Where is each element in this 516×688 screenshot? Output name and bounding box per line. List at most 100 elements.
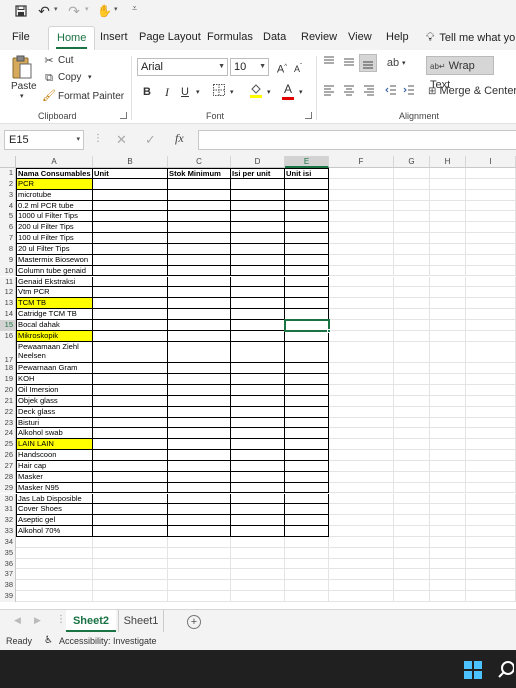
cell-h17[interactable] <box>430 341 466 364</box>
cell-a8[interactable]: 20 ul Filter Tips <box>16 243 93 255</box>
cell-d8[interactable] <box>231 243 285 255</box>
add-sheet-button[interactable]: + <box>187 615 201 629</box>
cell-c39[interactable] <box>168 591 231 602</box>
cell-g29[interactable] <box>394 482 430 494</box>
column-header[interactable]: C <box>168 156 231 168</box>
cell-f13[interactable] <box>329 298 394 310</box>
row-header[interactable]: 27 <box>0 460 16 472</box>
cell-f27[interactable] <box>329 460 394 472</box>
cell-h31[interactable] <box>430 504 466 516</box>
cell-e34[interactable] <box>285 536 329 548</box>
row-header[interactable]: 18 <box>0 363 16 375</box>
cell-a12[interactable]: Vtm PCR <box>16 287 93 299</box>
cell-d34[interactable] <box>231 536 285 548</box>
cell-g4[interactable] <box>394 200 430 212</box>
font-color-dropdown-icon[interactable]: ▾ <box>299 88 303 96</box>
cell-g6[interactable] <box>394 222 430 234</box>
cell-e17[interactable] <box>285 341 329 364</box>
cell-c28[interactable] <box>168 471 231 483</box>
cell-h3[interactable] <box>430 189 466 201</box>
cell-i23[interactable] <box>466 417 516 429</box>
cell-h5[interactable] <box>430 211 466 223</box>
cell-i39[interactable] <box>466 591 516 602</box>
cell-f6[interactable] <box>329 222 394 234</box>
cell-i1[interactable] <box>466 168 516 179</box>
cell-g24[interactable] <box>394 428 430 440</box>
cell-d33[interactable] <box>231 526 285 537</box>
cell-i11[interactable] <box>466 276 516 288</box>
cell-c9[interactable] <box>168 254 231 266</box>
cell-f30[interactable] <box>329 493 394 505</box>
cell-e11[interactable] <box>285 276 329 288</box>
row-header[interactable]: 36 <box>0 558 16 570</box>
cell-g39[interactable] <box>394 591 430 602</box>
cell-f35[interactable] <box>329 547 394 559</box>
cell-h6[interactable] <box>430 222 466 234</box>
cell-g12[interactable] <box>394 287 430 299</box>
cell-f28[interactable] <box>329 471 394 483</box>
row-header[interactable]: 31 <box>0 504 16 516</box>
cell-b9[interactable] <box>93 254 168 266</box>
cell-a17[interactable]: Pewaamaan Ziehl Neelsen <box>16 341 93 364</box>
cell-i31[interactable] <box>466 504 516 516</box>
cell-d36[interactable] <box>231 558 285 570</box>
row-header[interactable]: 29 <box>0 482 16 494</box>
row-header[interactable]: 7 <box>0 233 16 244</box>
cut-button[interactable]: Cut <box>58 55 74 66</box>
clipboard-launcher-icon[interactable] <box>120 112 127 119</box>
cell-d16[interactable] <box>231 330 285 342</box>
cell-c36[interactable] <box>168 558 231 570</box>
cell-h35[interactable] <box>430 547 466 559</box>
cell-a1[interactable]: Nama Consumables <box>16 168 93 179</box>
next-sheet-icon[interactable]: ▶ <box>34 615 41 626</box>
cell-b23[interactable] <box>93 417 168 429</box>
cell-e22[interactable] <box>285 406 329 418</box>
cell-h33[interactable] <box>430 526 466 537</box>
cell-d9[interactable] <box>231 254 285 266</box>
cell-i19[interactable] <box>466 374 516 385</box>
cell-i12[interactable] <box>466 287 516 299</box>
cell-d6[interactable] <box>231 222 285 234</box>
paste-icon[interactable] <box>10 54 34 80</box>
search-icon[interactable] <box>498 660 514 678</box>
row-header[interactable]: 25 <box>0 439 16 451</box>
cell-c13[interactable] <box>168 298 231 310</box>
cell-i9[interactable] <box>466 254 516 266</box>
cell-f24[interactable] <box>329 428 394 440</box>
cell-a3[interactable]: microtube <box>16 189 93 201</box>
cell-h20[interactable] <box>430 385 466 396</box>
cell-a7[interactable]: 100 ul Filter Tips <box>16 233 93 244</box>
cell-h16[interactable] <box>430 330 466 342</box>
cell-i24[interactable] <box>466 428 516 440</box>
customize-qat-icon[interactable]: ⩡ <box>132 3 137 14</box>
cell-g34[interactable] <box>394 536 430 548</box>
cell-i2[interactable] <box>466 178 516 190</box>
cell-f21[interactable] <box>329 395 394 407</box>
cell-a16[interactable]: Mikroskopik <box>16 330 93 342</box>
accessibility-status[interactable]: Accessibility: Investigate <box>59 636 157 646</box>
cell-a25[interactable]: LAIN LAIN <box>16 439 93 451</box>
tab-page-layout[interactable]: Page Layout <box>139 26 201 50</box>
cell-a36[interactable] <box>16 558 93 570</box>
save-icon[interactable] <box>12 2 30 20</box>
cell-e38[interactable] <box>285 580 329 592</box>
tab-insert[interactable]: Insert <box>100 26 128 50</box>
align-bottom-icon[interactable] <box>359 54 377 72</box>
cell-i30[interactable] <box>466 493 516 505</box>
cell-a26[interactable]: Handscoon <box>16 450 93 461</box>
cell-g3[interactable] <box>394 189 430 201</box>
cell-b2[interactable] <box>93 178 168 190</box>
cell-c29[interactable] <box>168 482 231 494</box>
row-header[interactable]: 20 <box>0 385 16 396</box>
cell-d3[interactable] <box>231 189 285 201</box>
cell-h1[interactable] <box>430 168 466 179</box>
align-top-icon[interactable] <box>322 56 336 73</box>
name-box[interactable]: E15 ▾ <box>4 130 84 150</box>
cell-g21[interactable] <box>394 395 430 407</box>
tab-data[interactable]: Data <box>263 26 286 50</box>
underline-dropdown-icon[interactable]: ▾ <box>196 88 200 96</box>
cell-c5[interactable] <box>168 211 231 223</box>
row-header[interactable]: 11 <box>0 276 16 288</box>
cell-i6[interactable] <box>466 222 516 234</box>
cell-f9[interactable] <box>329 254 394 266</box>
